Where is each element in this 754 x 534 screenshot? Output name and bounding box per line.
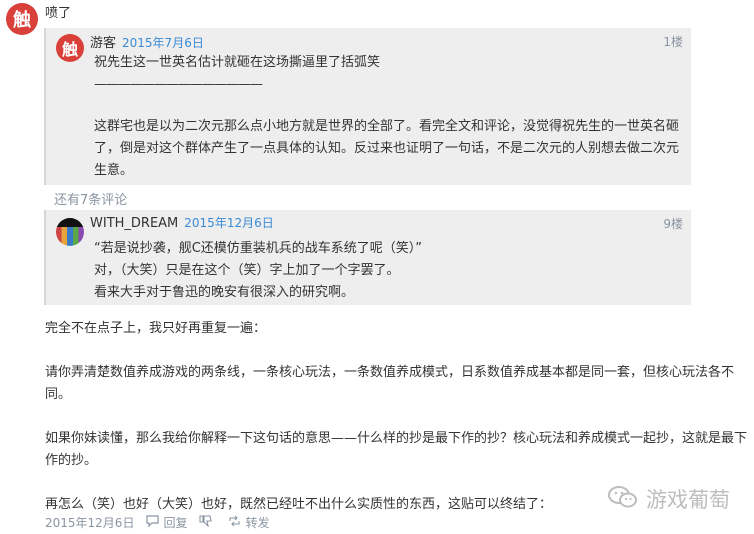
downvote-icon[interactable] [199,515,213,530]
wechat-icon [608,485,638,514]
reply-icon[interactable] [146,515,160,530]
quoted-date[interactable]: 2015年12月6日 [184,216,273,230]
quoted-username[interactable]: WITH_DREAM [90,216,178,231]
comment-date: 2015年12月6日 [45,516,135,530]
quoted-date[interactable]: 2015年7月6日 [122,36,204,50]
comment-text: 喷了 [45,6,72,21]
quoted-comment-header: WITH_DREAM 2015年12月6日 [90,214,274,231]
quoted-text-line: “若是说抄袭，舰C还模仿重装机兵的战车系统了呢（笑）” [94,241,423,256]
quoted-comment: 触 游客 2015年7月6日 1楼 祝先生这一世英名估计就砸在这场撕逼里了括弧笑 … [44,28,691,185]
comment-footer: 2015年12月6日 回复 转发 [45,514,269,531]
watermark-text: 游戏葡萄 [646,488,730,512]
quoted-divider-text: —————————————— [94,77,263,92]
user-avatar[interactable]: 触 [6,3,38,35]
reply-paragraph: 请你弄清楚数值养成游戏的两条线，一条核心玩法，一条数值养成模式，日系数值养成基本… [45,365,735,402]
floor-number: 9楼 [663,217,683,231]
floor-number: 1楼 [663,35,683,49]
reply-button[interactable]: 回复 [163,514,187,531]
more-comments-link[interactable]: 还有7条评论 [54,189,127,208]
repost-button[interactable]: 转发 [245,514,269,531]
quoted-user-avatar[interactable] [56,218,84,246]
quoted-user-avatar[interactable]: 触 [56,34,84,62]
watermark: 游戏葡萄 [608,484,730,514]
quoted-username[interactable]: 游客 [90,36,116,51]
quoted-text-line: 对，（大笑）只是在这个（笑）字上加了一个字罢了。 [94,263,400,278]
quoted-paragraph: 这群宅也是以为二次元那么点小地方就是世界的全部了。看完全文和评论，没觉得祝先生的… [94,119,680,178]
reply-paragraph: 完全不在点子上，我只好再重复一遍： [45,321,267,336]
quoted-text-line: 祝先生这一世英名估计就砸在这场撕逼里了括弧笑 [94,55,381,70]
quoted-text: “若是说抄袭，舰C还模仿重装机兵的战车系统了呢（笑）” 对，（大笑）只是在这个（… [94,238,422,304]
reply-paragraph: 如果你妹读懂，那么我给你解释一下这句话的意思——什么样的抄是最下作的抄？核心玩法… [45,431,748,468]
repost-icon[interactable] [228,515,241,530]
quoted-comment: WITH_DREAM 2015年12月6日 9楼 “若是说抄袭，舰C还模仿重装机兵… [44,210,691,305]
quoted-text-line: 看来大手对于鲁迅的晚安有很深入的研究啊。 [94,285,355,300]
quoted-comment-header: 游客 2015年7月6日 [90,32,204,51]
